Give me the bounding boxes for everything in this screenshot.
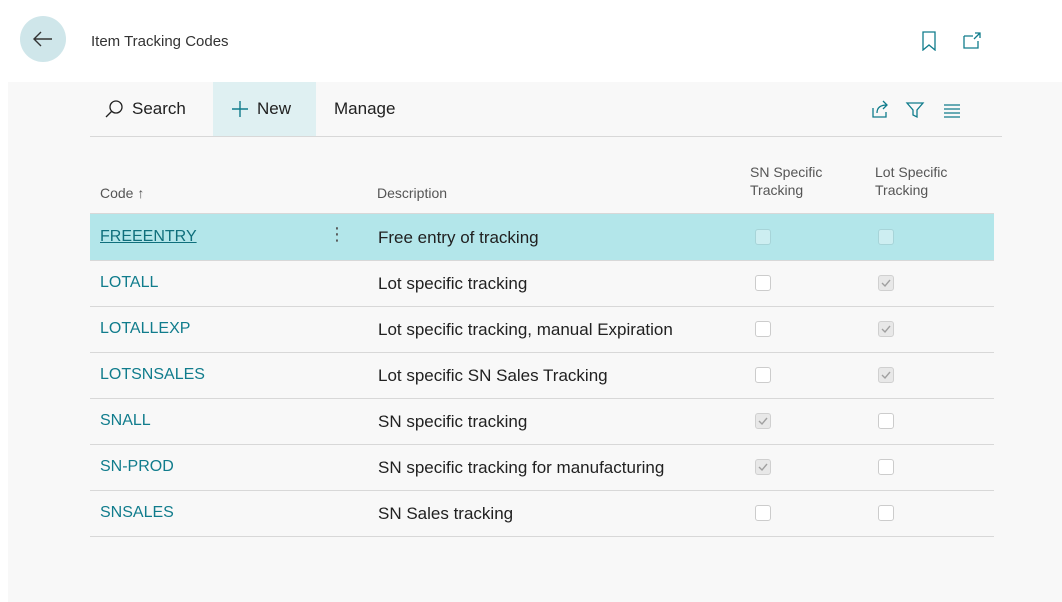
search-icon xyxy=(105,100,123,118)
checkmark-icon xyxy=(881,279,891,288)
description-cell: Free entry of tracking xyxy=(378,228,539,247)
column-header-sn-line1: SN Specific xyxy=(750,164,823,180)
code-link[interactable]: FREEENTRY xyxy=(100,228,197,246)
share-icon[interactable] xyxy=(870,100,890,120)
lot-specific-checkbox[interactable] xyxy=(878,275,894,291)
checkmark-icon xyxy=(881,371,891,380)
checkmark-icon xyxy=(758,417,768,426)
table-row[interactable]: LOTALLEXP Lot specific tracking, manual E… xyxy=(90,306,994,353)
sn-specific-checkbox[interactable] xyxy=(755,505,771,521)
filter-icon[interactable] xyxy=(905,100,925,120)
manage-label: Manage xyxy=(334,99,396,118)
lot-specific-checkbox[interactable] xyxy=(878,367,894,383)
code-link[interactable]: LOTALLEXP xyxy=(100,320,190,338)
search-button[interactable]: Search xyxy=(104,82,214,136)
description-cell: SN specific tracking xyxy=(378,412,528,431)
content-area: Search New Manage Code ↑ Description SN … xyxy=(8,82,1062,602)
code-link[interactable]: SN-PROD xyxy=(100,458,174,476)
table-row[interactable]: SNSALES SN Sales tracking xyxy=(90,490,994,537)
column-header-description[interactable]: Description xyxy=(377,184,447,202)
sn-specific-checkbox[interactable] xyxy=(755,367,771,383)
back-button[interactable] xyxy=(20,16,66,62)
lot-specific-checkbox[interactable] xyxy=(878,413,894,429)
lot-specific-checkbox[interactable] xyxy=(878,459,894,475)
list-view-icon[interactable] xyxy=(942,100,962,120)
sn-specific-checkbox[interactable] xyxy=(755,321,771,337)
column-header-lot-specific[interactable]: Lot Specific Tracking xyxy=(875,163,947,199)
column-header-code[interactable]: Code ↑ xyxy=(100,184,144,202)
open-new-window-icon[interactable] xyxy=(962,31,982,51)
lot-specific-checkbox[interactable] xyxy=(878,229,894,245)
manage-button[interactable]: Manage xyxy=(334,82,414,136)
new-label: New xyxy=(257,99,292,118)
code-link[interactable]: LOTSNSALES xyxy=(100,366,205,384)
lot-specific-checkbox[interactable] xyxy=(878,321,894,337)
column-header-lot-line1: Lot Specific xyxy=(875,164,948,180)
description-cell: Lot specific tracking, manual Expiration xyxy=(378,320,673,339)
sn-specific-checkbox[interactable] xyxy=(755,413,771,429)
action-bar: Search New Manage xyxy=(90,82,1002,137)
new-button[interactable]: New xyxy=(213,82,316,136)
table-row[interactable]: SNALL SN specific tracking xyxy=(90,398,994,445)
table-row[interactable]: LOTSNSALES Lot specific SN Sales Tracking xyxy=(90,352,994,399)
list-panel: Search New Manage Code ↑ Description SN … xyxy=(90,82,1002,602)
bookmark-icon[interactable] xyxy=(920,31,938,51)
column-header-sn-specific[interactable]: SN Specific Tracking xyxy=(750,163,822,199)
description-cell: Lot specific SN Sales Tracking xyxy=(378,366,608,385)
table-row[interactable]: FREEENTRY ⋮ Free entry of tracking xyxy=(90,214,994,261)
code-link[interactable]: LOTALL xyxy=(100,274,158,292)
column-header-sn-line2: Tracking xyxy=(750,182,804,198)
table-row[interactable]: LOTALL Lot specific tracking xyxy=(90,260,994,307)
top-bar: Item Tracking Codes xyxy=(0,0,1062,82)
search-label: Search xyxy=(132,99,186,118)
row-actions-icon[interactable]: ⋮ xyxy=(328,224,346,245)
description-cell: SN Sales tracking xyxy=(378,504,514,523)
back-arrow-icon xyxy=(33,31,52,47)
plus-icon xyxy=(232,101,248,117)
code-link[interactable]: SNALL xyxy=(100,412,151,430)
checkmark-icon xyxy=(881,325,891,334)
description-cell: SN specific tracking for manufacturing xyxy=(378,458,665,477)
description-cell: Lot specific tracking xyxy=(378,274,528,293)
checkmark-icon xyxy=(758,463,768,472)
sn-specific-checkbox[interactable] xyxy=(755,275,771,291)
code-link[interactable]: SNSALES xyxy=(100,504,174,522)
table-row[interactable]: SN-PROD SN specific tracking for manufact… xyxy=(90,444,994,491)
lot-specific-checkbox[interactable] xyxy=(878,505,894,521)
sn-specific-checkbox[interactable] xyxy=(755,459,771,475)
sn-specific-checkbox[interactable] xyxy=(755,229,771,245)
column-header-lot-line2: Tracking xyxy=(875,182,929,198)
page-title: Item Tracking Codes xyxy=(91,33,229,50)
